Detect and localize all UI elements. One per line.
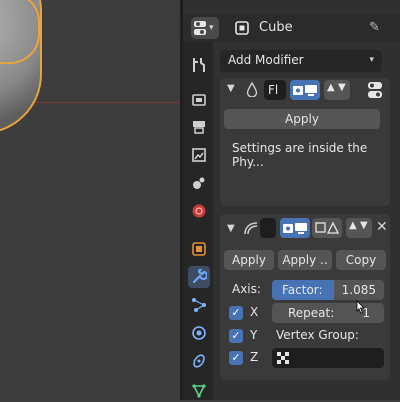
apply-as-shape-button[interactable]: Apply .. xyxy=(278,250,332,270)
output-icon xyxy=(193,121,205,134)
axis-x-checkbox[interactable]: ✓ xyxy=(229,306,243,320)
tab-output[interactable] xyxy=(188,116,210,138)
tab-constraints[interactable] xyxy=(188,350,210,372)
chevron-down-icon: ▾ xyxy=(209,23,214,33)
particles-icon xyxy=(192,298,206,312)
fluid-drop-icon xyxy=(246,82,258,97)
pin-icon[interactable]: ✎ xyxy=(369,20,380,35)
tab-physics[interactable] xyxy=(188,322,210,344)
axis-label: Axis: xyxy=(232,282,261,296)
copy-button[interactable]: Copy xyxy=(336,250,386,270)
object-name: Cube xyxy=(259,20,293,35)
editor-type-button[interactable]: ▾ xyxy=(191,17,219,39)
constraints-icon xyxy=(193,354,205,368)
apply-button[interactable]: Apply xyxy=(224,109,380,129)
tab-world[interactable] xyxy=(188,200,210,222)
render-icon xyxy=(192,94,206,106)
3d-viewport[interactable] xyxy=(0,0,180,400)
factor-value: 1.085 xyxy=(341,283,376,297)
vertex-group-label: Vertex Group: xyxy=(276,328,359,342)
smooth-modifier-icon xyxy=(244,222,258,235)
modifier-panel: Add Modifier ▾ ▼ Fl ▲ ▼ Apply Settings a… xyxy=(215,42,400,400)
object-icon xyxy=(235,21,249,35)
move-up-down-buttons[interactable]: ▲ ▼ xyxy=(324,80,350,100)
edit-mode-toggles[interactable] xyxy=(312,218,342,238)
add-modifier-dropdown[interactable]: Add Modifier ▾ xyxy=(220,50,382,72)
physics-info-text: Settings are inside the Phy... xyxy=(232,141,368,169)
tab-data[interactable] xyxy=(188,380,210,402)
move-up-icon[interactable]: ▲ xyxy=(327,82,335,93)
properties-editor-icon xyxy=(194,21,206,35)
physics-icon xyxy=(192,326,206,340)
mouse-cursor-icon xyxy=(356,300,365,314)
factor-field[interactable]: Factor: 1.085 xyxy=(272,280,384,300)
modifier-name-field[interactable] xyxy=(260,218,276,238)
view-layer-icon xyxy=(192,148,206,162)
collapse-arrow-icon[interactable]: ▼ xyxy=(227,83,235,94)
move-down-icon[interactable]: ▼ xyxy=(338,82,346,93)
scene-icon xyxy=(193,177,205,189)
collapse-arrow-icon[interactable]: ▼ xyxy=(227,223,235,234)
tab-tool[interactable] xyxy=(188,54,210,76)
camera-monitor-icon xyxy=(283,223,307,234)
modifier-card-2: ▼ ▲ ▼ ✕ Apply Apply .. Copy Axis: Factor… xyxy=(220,214,390,380)
edit-mode-icon xyxy=(315,221,339,234)
repeat-label: Repeat: xyxy=(288,306,335,320)
properties-header: ▾ Cube ✎ xyxy=(183,14,400,42)
show-render-viewport-toggle[interactable] xyxy=(290,80,320,100)
show-render-viewport-toggle[interactable] xyxy=(280,218,310,238)
chevron-down-icon: ▾ xyxy=(369,55,374,65)
repeat-field[interactable]: Repeat: 1 xyxy=(272,303,384,323)
properties-editor: ▾ Cube ✎ Add Modifier ▾ ▼ Fl ▲ ▼ Apply S… xyxy=(183,0,400,400)
tab-render[interactable] xyxy=(188,88,210,110)
axis-z-label: Z xyxy=(250,350,259,364)
axis-y-label: Y xyxy=(250,328,258,342)
vertex-group-field[interactable] xyxy=(272,348,384,368)
axis-x-label: X xyxy=(250,305,259,319)
move-up-icon[interactable]: ▲ xyxy=(349,220,357,231)
tool-icon xyxy=(193,58,205,72)
object-icon xyxy=(192,242,206,256)
camera-monitor-icon xyxy=(293,85,317,96)
modifier-card-1: ▼ Fl ▲ ▼ Apply Settings are inside the P… xyxy=(220,78,390,206)
move-up-down-buttons[interactable]: ▲ ▼ xyxy=(346,218,372,238)
vertex-group-icon xyxy=(277,352,289,364)
wrench-icon xyxy=(192,269,207,284)
add-modifier-label: Add Modifier xyxy=(228,53,304,67)
close-icon[interactable]: ✕ xyxy=(376,219,388,235)
modifier-options-icon[interactable] xyxy=(368,82,382,98)
mesh-data-icon xyxy=(192,384,206,398)
tab-view-layer[interactable] xyxy=(188,144,210,166)
move-down-icon[interactable]: ▼ xyxy=(360,220,368,231)
world-icon xyxy=(192,204,206,218)
properties-tab-strip xyxy=(183,42,213,400)
modifier-name-field[interactable]: Fl xyxy=(264,80,286,100)
tab-modifiers[interactable] xyxy=(188,266,210,288)
tab-particles[interactable] xyxy=(188,294,210,316)
apply-button[interactable]: Apply xyxy=(224,250,274,270)
tab-object[interactable] xyxy=(188,238,210,260)
axis-y-checkbox[interactable]: ✓ xyxy=(229,329,243,343)
modifier-name: Fl xyxy=(268,83,279,97)
axis-z-checkbox[interactable]: ✓ xyxy=(229,351,243,365)
tab-scene[interactable] xyxy=(188,172,210,194)
factor-label: Factor: xyxy=(282,283,323,297)
